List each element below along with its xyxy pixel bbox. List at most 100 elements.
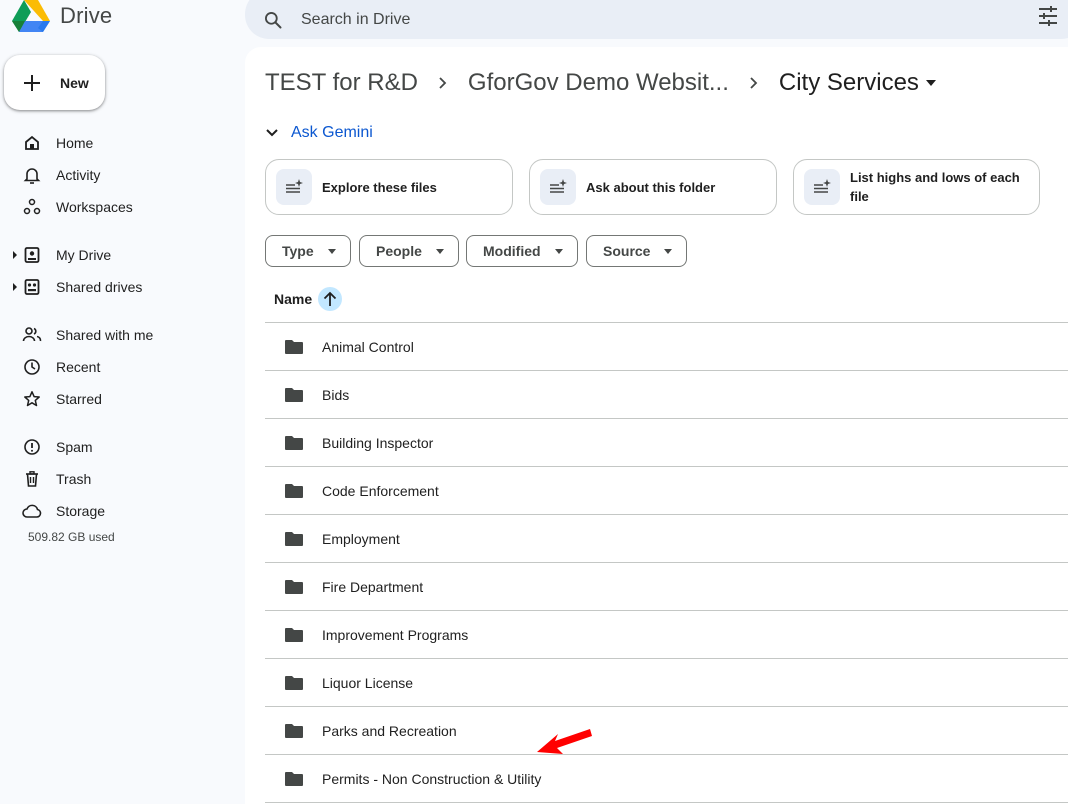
filter-modified[interactable]: Modified <box>466 235 578 267</box>
table-row[interactable]: Employment <box>265 515 1068 563</box>
filter-label: Modified <box>483 243 541 259</box>
folder-icon <box>285 579 303 594</box>
table-row[interactable]: Animal Control <box>265 323 1068 371</box>
expand-caret-icon[interactable] <box>13 251 17 259</box>
sidebar-item-shared-with-me[interactable]: Shared with me <box>0 321 240 349</box>
caret-down-icon <box>925 80 936 86</box>
table-row[interactable]: Fire Department <box>265 563 1068 611</box>
breadcrumb-current-folder[interactable]: City Services <box>779 69 937 97</box>
sidebar-item-starred[interactable]: Starred <box>0 385 240 413</box>
filter-source[interactable]: Source <box>586 235 688 267</box>
folder-name: Building Inspector <box>322 434 434 451</box>
filter-label: People <box>376 243 422 259</box>
new-button-label: New <box>60 74 89 91</box>
chevron-right-icon <box>438 76 448 90</box>
folder-icon <box>285 387 303 402</box>
cloud-icon <box>22 501 42 521</box>
sidebar-item-label: Workspaces <box>56 199 133 215</box>
search-options-icon[interactable] <box>1037 5 1059 27</box>
name-column-label: Name <box>274 291 313 307</box>
sidebar-item-storage[interactable]: Storage <box>0 497 240 525</box>
filter-type[interactable]: Type <box>265 235 351 267</box>
gemini-chip-label: Ask about this folder <box>586 179 716 195</box>
ask-gemini-label: Ask Gemini <box>291 124 373 141</box>
trash-icon <box>22 469 42 489</box>
folder-icon <box>285 483 303 498</box>
storage-used-text: 509.82 GB used <box>28 530 115 544</box>
chevron-down-icon <box>266 129 278 137</box>
sparkle-list-icon <box>276 169 312 205</box>
sidebar-item-shared-drives[interactable]: Shared drives <box>0 273 240 301</box>
breadcrumb-current-label: City Services <box>778 69 919 96</box>
app-name: Drive <box>60 3 113 28</box>
new-button[interactable]: New <box>4 55 105 110</box>
table-row[interactable]: Parks and Recreation <box>265 707 1068 755</box>
folder-name: Animal Control <box>322 338 414 355</box>
gemini-chip-label: Explore these files <box>322 179 437 195</box>
search-icon[interactable] <box>261 8 285 32</box>
bell-icon <box>22 165 42 185</box>
sidebar-item-label: Recent <box>56 359 101 375</box>
search-bar[interactable]: Search in Drive <box>245 0 1068 39</box>
sparkle-list-icon <box>804 169 840 205</box>
annotation-arrow-icon <box>537 729 592 754</box>
sidebar-item-label: My Drive <box>56 247 112 263</box>
folder-name: Fire Department <box>322 578 424 595</box>
table-row[interactable]: Code Enforcement <box>265 467 1068 515</box>
dropdown-arrow-icon <box>554 248 563 254</box>
people-icon <box>22 325 42 345</box>
chevron-right-icon <box>749 76 759 90</box>
sidebar-item-label: Trash <box>56 471 92 487</box>
gemini-chip-ask-folder[interactable]: Ask about this folder <box>529 159 777 215</box>
breadcrumb-item[interactable]: TEST for R&D <box>265 69 418 97</box>
search-input[interactable]: Search in Drive <box>301 11 410 29</box>
spam-icon <box>22 437 42 457</box>
home-icon <box>22 133 42 153</box>
table-row[interactable]: Bids <box>265 371 1068 419</box>
ask-gemini-toggle[interactable]: Ask Gemini <box>265 124 373 142</box>
sidebar-item-workspaces[interactable]: Workspaces <box>0 193 240 221</box>
sidebar-item-label: Spam <box>56 439 93 455</box>
folder-icon <box>285 339 303 354</box>
expand-caret-icon[interactable] <box>13 283 17 291</box>
gemini-chip-label: List highs and lows of each file <box>850 170 1020 204</box>
sparkle-list-icon <box>540 169 576 205</box>
dropdown-arrow-icon <box>664 248 673 254</box>
name-column-header[interactable]: Name <box>274 287 343 311</box>
sidebar-item-label: Home <box>56 135 94 151</box>
drive-logo-icon <box>12 0 50 32</box>
breadcrumb: TEST for R&D GforGov Demo Websit... City… <box>265 67 937 99</box>
sidebar-item-activity[interactable]: Activity <box>0 161 240 189</box>
filter-people[interactable]: People <box>359 235 459 267</box>
file-list: Animal Control Bids Building Inspector Code… <box>265 322 1068 803</box>
drive-app: Drive Search in Drive New Home Activity … <box>0 0 1068 804</box>
filter-label: Source <box>603 243 651 259</box>
sidebar-item-trash[interactable]: Trash <box>0 465 240 493</box>
sidebar-item-recent[interactable]: Recent <box>0 353 240 381</box>
sidebar-item-my-drive[interactable]: My Drive <box>0 241 240 269</box>
sort-ascending-icon[interactable] <box>318 287 343 311</box>
folder-name: Code Enforcement <box>322 482 439 499</box>
table-row[interactable]: Permits - Non Construction & Utility <box>265 755 1068 803</box>
folder-icon <box>285 627 303 642</box>
folder-name: Parks and Recreation <box>322 722 457 739</box>
folder-icon <box>285 723 303 738</box>
folder-icon <box>285 675 303 690</box>
gemini-chip-highs-lows[interactable]: List highs and lows of each file <box>793 159 1040 215</box>
table-row[interactable]: Liquor License <box>265 659 1068 707</box>
table-row[interactable]: Building Inspector <box>265 419 1068 467</box>
sidebar-item-label: Shared with me <box>56 327 154 343</box>
drive-logo[interactable]: Drive <box>12 0 112 32</box>
folder-name: Bids <box>322 386 350 403</box>
my-drive-icon <box>22 245 42 265</box>
sidebar-item-spam[interactable]: Spam <box>0 433 240 461</box>
sidebar-item-home[interactable]: Home <box>0 129 240 157</box>
gemini-chip-explore[interactable]: Explore these files <box>265 159 513 215</box>
breadcrumb-item[interactable]: GforGov Demo Websit... <box>468 69 729 97</box>
sidebar-item-label: Activity <box>56 167 101 183</box>
sidebar-item-label: Shared drives <box>56 279 143 295</box>
filter-label: Type <box>282 243 314 259</box>
dropdown-arrow-icon <box>435 248 444 254</box>
dropdown-arrow-icon <box>327 248 336 254</box>
table-row[interactable]: Improvement Programs <box>265 611 1068 659</box>
